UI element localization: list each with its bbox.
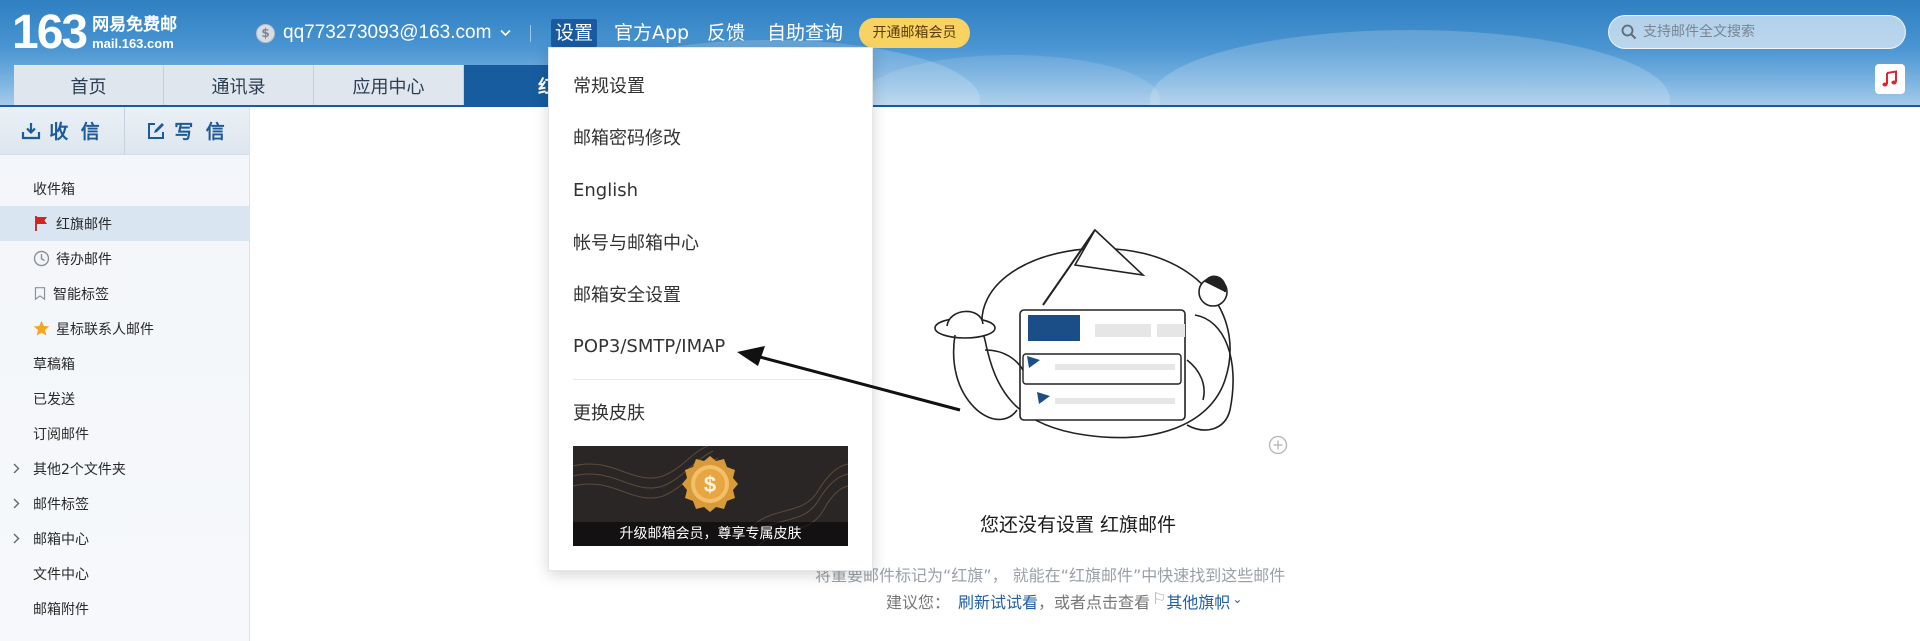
search-box[interactable] [1608, 15, 1906, 49]
logo-url: mail.163.com [92, 35, 174, 51]
tab-app-center[interactable]: 应用中心 [314, 65, 464, 106]
folder-label: 其他2个文件夹 [33, 461, 126, 478]
menu-account-center[interactable]: 帐号与邮箱中心 [573, 231, 699, 257]
folder-label: 星标联系人邮件 [56, 321, 154, 338]
folder-label: 邮箱附件 [33, 601, 89, 618]
folder-mailbox-center[interactable]: 邮箱中心 [0, 521, 249, 556]
receive-label: 收 信 [49, 121, 103, 143]
folder-drafts[interactable]: 草稿箱 [0, 346, 249, 381]
empty-title: 您还没有设置 红旗邮件 [980, 514, 1177, 536]
receive-button[interactable]: 收 信 [0, 107, 125, 154]
add-circle-icon[interactable] [1268, 435, 1288, 455]
folder-label: 草稿箱 [33, 356, 75, 373]
vip-badge-icon: $ [682, 456, 738, 512]
folder-flagged[interactable]: 红旗邮件 [0, 206, 249, 241]
menu-pop3-smtp-imap[interactable]: POP3/SMTP/IMAP [573, 334, 725, 360]
logo-number: 163 [12, 6, 88, 59]
menu-general-settings[interactable]: 常规设置 [573, 74, 645, 100]
menu-security-settings[interactable]: 邮箱安全设置 [573, 283, 681, 309]
folder-sent[interactable]: 已发送 [0, 381, 249, 416]
empty-state-illustration [934, 228, 1234, 439]
refresh-link[interactable]: 刷新试试看 [958, 589, 1038, 613]
compose-bar: 收 信 写 信 [0, 107, 249, 155]
settings-dropdown: 常规设置 邮箱密码修改 English 帐号与邮箱中心 邮箱安全设置 POP3/… [548, 47, 873, 571]
folder-star-contacts[interactable]: 星标联系人邮件 [0, 311, 249, 346]
folder-label: 文件中心 [33, 566, 89, 583]
folder-todo[interactable]: 待办邮件 [0, 241, 249, 276]
folder-label: 邮件标签 [33, 496, 89, 513]
svg-text:$: $ [704, 472, 716, 497]
chevron-right-icon[interactable] [13, 533, 20, 544]
header-divider [530, 25, 531, 42]
folder-attachments[interactable]: 邮箱附件 [0, 591, 249, 626]
folder-smart-tags[interactable]: 智能标签 [0, 276, 249, 311]
suggest-mid: ，或者点击查看 [1038, 593, 1151, 612]
chevron-right-icon[interactable] [13, 463, 20, 474]
folder-label: 邮箱中心 [33, 531, 89, 548]
account-email: qq773273093@163.com [283, 22, 492, 43]
menu-english[interactable]: English [573, 178, 638, 204]
menu-change-skin[interactable]: 更换皮肤 [573, 401, 645, 427]
folder-subscriptions[interactable]: 订阅邮件 [0, 416, 249, 451]
small-flag-icon: ⚐ [1152, 589, 1167, 608]
compose-pencil-icon [148, 122, 165, 139]
top-header: 163 网易免费邮 mail.163.com $ qq773273093@163… [0, 0, 1920, 107]
compose-button[interactable]: 写 信 [125, 107, 249, 154]
compose-label: 写 信 [174, 121, 228, 143]
suggestion-line: 建议您： 刷新试试看 ，或者点击查看 ⚐ 其他旗帜 ⌄ [886, 589, 1242, 613]
star-icon [33, 320, 50, 336]
search-input[interactable] [1643, 24, 1883, 40]
tab-home[interactable]: 首页 [14, 65, 164, 106]
empty-description: 将重要邮件标记为“红旗”， 就能在“红旗邮件”中快速找到这些邮件 [815, 566, 1286, 585]
logo-brand-text: 网易免费邮 [92, 14, 178, 35]
inbox-download-icon [22, 122, 41, 139]
folder-list: 收件箱 红旗邮件 待办邮件 智能标签 星标联系人邮件 草稿箱 已发送 订阅邮件 … [0, 155, 249, 626]
folder-file-center[interactable]: 文件中心 [0, 556, 249, 591]
nav-official-app[interactable]: 官方App [614, 19, 689, 47]
header-cloud [1150, 30, 1670, 107]
red-flag-icon [35, 216, 47, 231]
menu-password-change[interactable]: 邮箱密码修改 [573, 126, 681, 152]
vip-skin-banner[interactable]: $ 升级邮箱会员，尊享专属皮肤 [573, 446, 848, 546]
music-player-button[interactable] [1875, 64, 1905, 94]
banner-text: 升级邮箱会员，尊享专属皮肤 [573, 522, 848, 546]
vip-coin-icon: $ [256, 23, 275, 43]
folder-mail-tags[interactable]: 邮件标签 [0, 486, 249, 521]
folder-label: 订阅邮件 [33, 426, 89, 443]
folder-inbox[interactable]: 收件箱 [0, 171, 249, 206]
open-vip-button[interactable]: 开通邮箱会员 [859, 18, 970, 48]
sidebar: 收 信 写 信 收件箱 红旗邮件 待办邮件 智能标签 星标联系人邮件 草稿箱 已… [0, 107, 250, 641]
tab-contacts[interactable]: 通讯录 [164, 65, 314, 106]
nav-self-service[interactable]: 自助查询 [767, 19, 843, 47]
folder-label: 已发送 [33, 391, 75, 408]
other-flags-link[interactable]: 其他旗帜 [1166, 589, 1230, 613]
music-note-icon [1882, 70, 1897, 87]
logo[interactable]: 163 网易免费邮 mail.163.com [12, 8, 177, 58]
folder-label: 收件箱 [33, 181, 75, 198]
folder-other-folders[interactable]: 其他2个文件夹 [0, 451, 249, 486]
clock-icon [33, 250, 50, 267]
bookmark-icon [34, 287, 46, 301]
folder-label: 待办邮件 [56, 251, 112, 268]
folder-label: 智能标签 [53, 286, 109, 303]
nav-feedback[interactable]: 反馈 [707, 19, 745, 47]
account-switcher[interactable]: $ qq773273093@163.com [256, 20, 511, 46]
suggest-prefix: 建议您： [886, 593, 951, 612]
search-icon [1621, 24, 1637, 40]
menu-divider [573, 379, 848, 380]
chevron-right-icon[interactable] [13, 498, 20, 509]
nav-settings[interactable]: 设置 [551, 19, 598, 47]
folder-label: 红旗邮件 [56, 216, 112, 233]
chevron-down-icon[interactable]: ⌄ [1232, 589, 1242, 613]
chevron-down-icon [500, 29, 511, 37]
